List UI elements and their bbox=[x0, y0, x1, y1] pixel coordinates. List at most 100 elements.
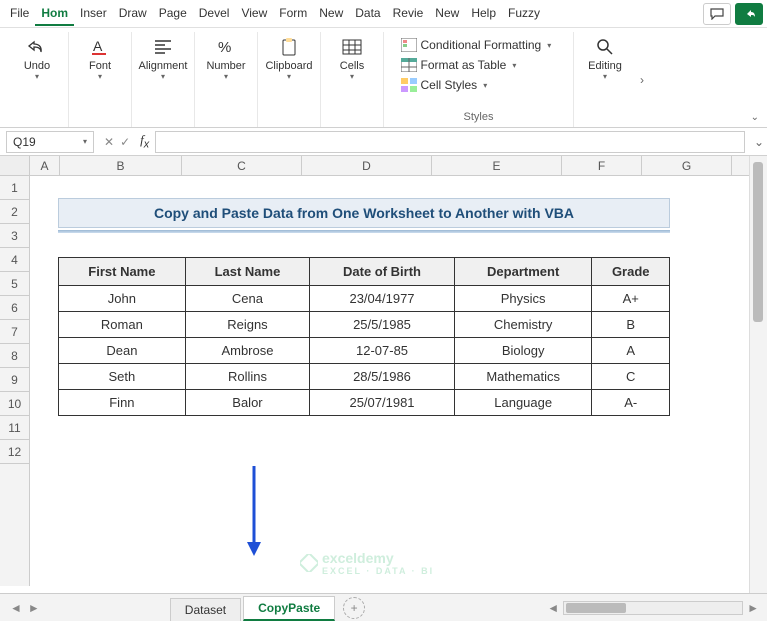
cells-button[interactable]: Cells▾ bbox=[327, 36, 377, 81]
cancel-formula-button[interactable]: ✕ bbox=[104, 135, 114, 149]
table-cell[interactable]: Physics bbox=[454, 286, 592, 312]
font-button[interactable]: A Font▾ bbox=[75, 36, 125, 81]
table-cell[interactable]: Rollins bbox=[185, 364, 309, 390]
table-cell[interactable]: Balor bbox=[185, 390, 309, 416]
col-header-A[interactable]: A bbox=[30, 156, 60, 175]
table-header: First Name bbox=[59, 258, 186, 286]
alignment-icon bbox=[152, 36, 174, 58]
menu-help[interactable]: Help bbox=[465, 2, 502, 26]
menu-view[interactable]: View bbox=[235, 2, 273, 26]
formula-input[interactable] bbox=[155, 131, 745, 153]
ribbon-overflow-button[interactable]: › bbox=[636, 32, 648, 127]
row-header-10[interactable]: 10 bbox=[0, 392, 29, 416]
table-header: Department bbox=[454, 258, 592, 286]
row-header-4[interactable]: 4 bbox=[0, 248, 29, 272]
col-header-E[interactable]: E bbox=[432, 156, 562, 175]
row-header-1[interactable]: 1 bbox=[0, 176, 29, 200]
table-cell[interactable]: Finn bbox=[59, 390, 186, 416]
ribbon: Undo▾ A Font▾ Alignment▾ % Number▾ Clipb… bbox=[0, 28, 767, 128]
table-cell[interactable]: 25/5/1985 bbox=[310, 312, 455, 338]
table-cell[interactable]: Ambrose bbox=[185, 338, 309, 364]
group-undo: Undo▾ bbox=[6, 32, 69, 127]
table-cell[interactable]: Chemistry bbox=[454, 312, 592, 338]
collapse-ribbon-button[interactable]: ⌄ bbox=[751, 112, 759, 123]
formula-expand-button[interactable]: ⌄ bbox=[751, 135, 767, 149]
row-header-5[interactable]: 5 bbox=[0, 272, 29, 296]
table-cell[interactable]: A bbox=[592, 338, 670, 364]
table-row: FinnBalor25/07/1981LanguageA- bbox=[59, 390, 670, 416]
menu-draw[interactable]: Draw bbox=[113, 2, 153, 26]
undo-button[interactable]: Undo▾ bbox=[12, 36, 62, 81]
menu-new[interactable]: New bbox=[313, 2, 349, 26]
table-cell[interactable]: Roman bbox=[59, 312, 186, 338]
select-all-corner[interactable] bbox=[0, 156, 30, 175]
add-sheet-button[interactable]: + bbox=[343, 597, 365, 619]
table-cell[interactable]: Dean bbox=[59, 338, 186, 364]
sheet-tab-copypaste[interactable]: CopyPaste bbox=[243, 596, 335, 621]
tab-nav-prev[interactable]: ◄ bbox=[10, 601, 22, 615]
col-header-C[interactable]: C bbox=[182, 156, 302, 175]
horizontal-scrollbar[interactable]: ◄ ► bbox=[365, 601, 767, 615]
comments-button[interactable] bbox=[703, 3, 731, 25]
table-cell[interactable]: Seth bbox=[59, 364, 186, 390]
table-cell[interactable]: A+ bbox=[592, 286, 670, 312]
sheet-tab-dataset[interactable]: Dataset bbox=[170, 598, 241, 621]
clipboard-button[interactable]: Clipboard▾ bbox=[264, 36, 314, 81]
watermark: exceldemy EXCEL · DATA · BI bbox=[300, 550, 434, 576]
fx-icon[interactable]: fx bbox=[134, 132, 155, 151]
menu-hom[interactable]: Hom bbox=[35, 2, 74, 26]
table-cell[interactable]: 12-07-85 bbox=[310, 338, 455, 364]
col-header-D[interactable]: D bbox=[302, 156, 432, 175]
name-box[interactable]: Q19 ▾ bbox=[6, 131, 94, 153]
row-header-8[interactable]: 8 bbox=[0, 344, 29, 368]
table-cell[interactable]: Reigns bbox=[185, 312, 309, 338]
row-header-9[interactable]: 9 bbox=[0, 368, 29, 392]
alignment-button[interactable]: Alignment▾ bbox=[138, 36, 188, 81]
group-styles: Conditional Formatting▾ Format as Table▾… bbox=[384, 32, 574, 127]
tab-nav-next[interactable]: ► bbox=[28, 601, 40, 615]
cell-styles-button[interactable]: Cell Styles▾ bbox=[399, 76, 559, 94]
table-cell[interactable]: John bbox=[59, 286, 186, 312]
row-header-12[interactable]: 12 bbox=[0, 440, 29, 464]
table-cell[interactable]: A- bbox=[592, 390, 670, 416]
table-cell[interactable]: B bbox=[592, 312, 670, 338]
menu-inser[interactable]: Inser bbox=[74, 2, 113, 26]
vertical-scrollbar[interactable] bbox=[749, 156, 767, 593]
table-cell[interactable]: C bbox=[592, 364, 670, 390]
row-header-2[interactable]: 2 bbox=[0, 200, 29, 224]
menu-data[interactable]: Data bbox=[349, 2, 386, 26]
conditional-formatting-button[interactable]: Conditional Formatting▾ bbox=[399, 36, 559, 54]
cells-area[interactable]: Copy and Paste Data from One Worksheet t… bbox=[30, 176, 767, 586]
group-cells: Cells▾ bbox=[321, 32, 384, 127]
row-header-11[interactable]: 11 bbox=[0, 416, 29, 440]
col-header-B[interactable]: B bbox=[60, 156, 182, 175]
table-cell[interactable]: 25/07/1981 bbox=[310, 390, 455, 416]
menu-fuzzy[interactable]: Fuzzy bbox=[502, 2, 546, 26]
format-as-table-button[interactable]: Format as Table▾ bbox=[399, 56, 559, 74]
row-header-7[interactable]: 7 bbox=[0, 320, 29, 344]
menu-page[interactable]: Page bbox=[153, 2, 193, 26]
table-cell[interactable]: 23/04/1977 bbox=[310, 286, 455, 312]
accept-formula-button[interactable]: ✓ bbox=[120, 135, 130, 149]
undo-icon bbox=[26, 36, 48, 58]
table-cell[interactable]: Cena bbox=[185, 286, 309, 312]
menu-devel[interactable]: Devel bbox=[193, 2, 236, 26]
table-cell[interactable]: Language bbox=[454, 390, 592, 416]
table-cell[interactable]: 28/5/1986 bbox=[310, 364, 455, 390]
table-cell[interactable]: Mathematics bbox=[454, 364, 592, 390]
menu-form[interactable]: Form bbox=[273, 2, 313, 26]
col-header-G[interactable]: G bbox=[642, 156, 732, 175]
editing-button[interactable]: Editing▾ bbox=[580, 36, 630, 81]
sheet-title: Copy and Paste Data from One Worksheet t… bbox=[58, 198, 670, 228]
menu-file[interactable]: File bbox=[4, 2, 35, 26]
share-button[interactable] bbox=[735, 3, 763, 25]
menu-new[interactable]: New bbox=[429, 2, 465, 26]
group-font: A Font▾ bbox=[69, 32, 132, 127]
row-header-3[interactable]: 3 bbox=[0, 224, 29, 248]
row-header-6[interactable]: 6 bbox=[0, 296, 29, 320]
menu-revie[interactable]: Revie bbox=[387, 2, 430, 26]
table-cell[interactable]: Biology bbox=[454, 338, 592, 364]
number-button[interactable]: % Number▾ bbox=[201, 36, 251, 81]
spreadsheet-grid: ABCDEFG 123456789101112 Copy and Paste D… bbox=[0, 156, 767, 586]
col-header-F[interactable]: F bbox=[562, 156, 642, 175]
